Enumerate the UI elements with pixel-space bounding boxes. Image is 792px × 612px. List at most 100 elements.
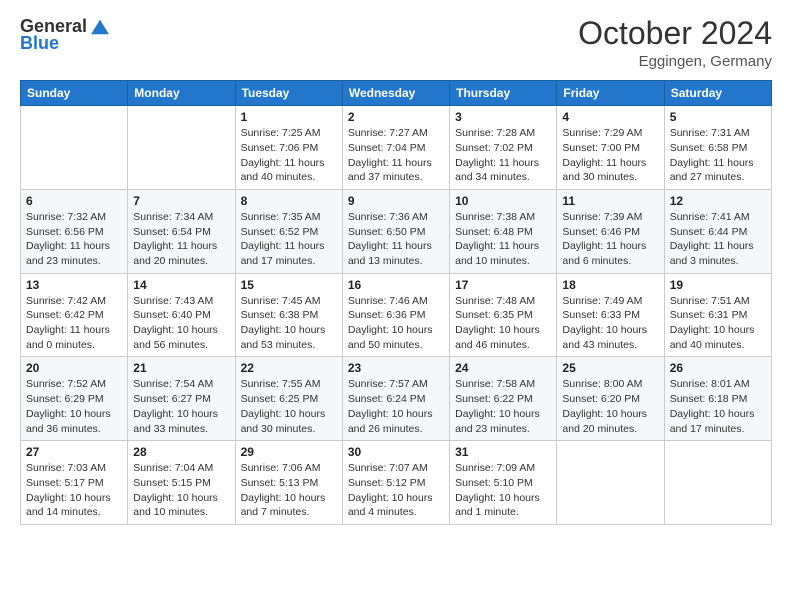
day-number: 29 <box>241 445 337 459</box>
day-number: 14 <box>133 278 229 292</box>
day-number: 22 <box>241 361 337 375</box>
day-info: Sunrise: 7:49 AMSunset: 6:33 PMDaylight:… <box>562 294 658 353</box>
day-number: 9 <box>348 194 444 208</box>
day-info: Sunrise: 7:41 AMSunset: 6:44 PMDaylight:… <box>670 210 766 269</box>
day-cell <box>664 441 771 525</box>
header: General Blue October 2024 Eggingen, Germ… <box>20 16 772 70</box>
day-number: 10 <box>455 194 551 208</box>
day-info: Sunrise: 7:03 AMSunset: 5:17 PMDaylight:… <box>26 461 122 520</box>
day-info: Sunrise: 7:54 AMSunset: 6:27 PMDaylight:… <box>133 377 229 436</box>
day-cell: 9 Sunrise: 7:36 AMSunset: 6:50 PMDaylight… <box>342 189 449 273</box>
day-info: Sunrise: 7:43 AMSunset: 6:40 PMDaylight:… <box>133 294 229 353</box>
day-cell: 26 Sunrise: 8:01 AMSunset: 6:18 PMDayligh… <box>664 357 771 441</box>
day-info: Sunrise: 7:29 AMSunset: 7:00 PMDaylight:… <box>562 126 658 185</box>
calendar-table: SundayMondayTuesdayWednesdayThursdayFrid… <box>20 80 772 525</box>
col-header-sunday: Sunday <box>21 81 128 106</box>
day-number: 17 <box>455 278 551 292</box>
week-row-4: 20 Sunrise: 7:52 AMSunset: 6:29 PMDayligh… <box>21 357 772 441</box>
logo-blue: Blue <box>20 33 59 54</box>
day-cell: 16 Sunrise: 7:46 AMSunset: 6:36 PMDayligh… <box>342 273 449 357</box>
calendar-title: October 2024 <box>578 16 772 51</box>
day-cell <box>557 441 664 525</box>
day-info: Sunrise: 7:58 AMSunset: 6:22 PMDaylight:… <box>455 377 551 436</box>
day-cell: 31 Sunrise: 7:09 AMSunset: 5:10 PMDayligh… <box>450 441 557 525</box>
title-area: October 2024 Eggingen, Germany <box>578 16 772 70</box>
day-info: Sunrise: 7:09 AMSunset: 5:10 PMDaylight:… <box>455 461 551 520</box>
day-number: 13 <box>26 278 122 292</box>
day-info: Sunrise: 8:00 AMSunset: 6:20 PMDaylight:… <box>562 377 658 436</box>
week-row-2: 6 Sunrise: 7:32 AMSunset: 6:56 PMDaylight… <box>21 189 772 273</box>
day-cell <box>128 106 235 190</box>
day-number: 31 <box>455 445 551 459</box>
day-info: Sunrise: 7:57 AMSunset: 6:24 PMDaylight:… <box>348 377 444 436</box>
day-number: 28 <box>133 445 229 459</box>
day-number: 6 <box>26 194 122 208</box>
day-info: Sunrise: 7:27 AMSunset: 7:04 PMDaylight:… <box>348 126 444 185</box>
day-cell: 14 Sunrise: 7:43 AMSunset: 6:40 PMDayligh… <box>128 273 235 357</box>
day-info: Sunrise: 7:32 AMSunset: 6:56 PMDaylight:… <box>26 210 122 269</box>
day-info: Sunrise: 7:34 AMSunset: 6:54 PMDaylight:… <box>133 210 229 269</box>
day-number: 8 <box>241 194 337 208</box>
day-number: 4 <box>562 110 658 124</box>
day-cell: 10Sunrise: 7:38 AMSunset: 6:48 PMDayligh… <box>450 189 557 273</box>
logo-area: General Blue <box>20 16 109 54</box>
day-cell: 1Sunrise: 7:25 AMSunset: 7:06 PMDaylight… <box>235 106 342 190</box>
day-cell: 7 Sunrise: 7:34 AMSunset: 6:54 PMDaylight… <box>128 189 235 273</box>
week-row-1: 1Sunrise: 7:25 AMSunset: 7:06 PMDaylight… <box>21 106 772 190</box>
day-cell <box>21 106 128 190</box>
col-header-saturday: Saturday <box>664 81 771 106</box>
day-number: 26 <box>670 361 766 375</box>
day-cell: 18 Sunrise: 7:49 AMSunset: 6:33 PMDayligh… <box>557 273 664 357</box>
day-info: Sunrise: 7:42 AMSunset: 6:42 PMDaylight:… <box>26 294 122 353</box>
day-info: Sunrise: 7:36 AMSunset: 6:50 PMDaylight:… <box>348 210 444 269</box>
day-number: 3 <box>455 110 551 124</box>
day-number: 18 <box>562 278 658 292</box>
day-cell: 5Sunrise: 7:31 AMSunset: 6:58 PMDaylight… <box>664 106 771 190</box>
day-info: Sunrise: 7:52 AMSunset: 6:29 PMDaylight:… <box>26 377 122 436</box>
day-info: Sunrise: 7:51 AMSunset: 6:31 PMDaylight:… <box>670 294 766 353</box>
day-number: 30 <box>348 445 444 459</box>
week-row-5: 27Sunrise: 7:03 AMSunset: 5:17 PMDayligh… <box>21 441 772 525</box>
day-cell: 29 Sunrise: 7:06 AMSunset: 5:13 PMDayligh… <box>235 441 342 525</box>
day-info: Sunrise: 7:07 AMSunset: 5:12 PMDaylight:… <box>348 461 444 520</box>
col-header-monday: Monday <box>128 81 235 106</box>
day-number: 25 <box>562 361 658 375</box>
day-info: Sunrise: 7:48 AMSunset: 6:35 PMDaylight:… <box>455 294 551 353</box>
day-number: 19 <box>670 278 766 292</box>
day-cell: 24Sunrise: 7:58 AMSunset: 6:22 PMDayligh… <box>450 357 557 441</box>
day-number: 23 <box>348 361 444 375</box>
day-cell: 22 Sunrise: 7:55 AMSunset: 6:25 PMDayligh… <box>235 357 342 441</box>
header-row: SundayMondayTuesdayWednesdayThursdayFrid… <box>21 81 772 106</box>
day-info: Sunrise: 7:45 AMSunset: 6:38 PMDaylight:… <box>241 294 337 353</box>
day-info: Sunrise: 7:28 AMSunset: 7:02 PMDaylight:… <box>455 126 551 185</box>
day-info: Sunrise: 7:46 AMSunset: 6:36 PMDaylight:… <box>348 294 444 353</box>
day-cell: 20 Sunrise: 7:52 AMSunset: 6:29 PMDayligh… <box>21 357 128 441</box>
day-cell: 15 Sunrise: 7:45 AMSunset: 6:38 PMDayligh… <box>235 273 342 357</box>
calendar-subtitle: Eggingen, Germany <box>578 53 772 70</box>
day-number: 11 <box>562 194 658 208</box>
day-cell: 6 Sunrise: 7:32 AMSunset: 6:56 PMDaylight… <box>21 189 128 273</box>
day-info: Sunrise: 7:06 AMSunset: 5:13 PMDaylight:… <box>241 461 337 520</box>
day-number: 7 <box>133 194 229 208</box>
day-info: Sunrise: 7:55 AMSunset: 6:25 PMDaylight:… <box>241 377 337 436</box>
day-info: Sunrise: 7:25 AMSunset: 7:06 PMDaylight:… <box>241 126 337 185</box>
col-header-friday: Friday <box>557 81 664 106</box>
day-info: Sunrise: 7:35 AMSunset: 6:52 PMDaylight:… <box>241 210 337 269</box>
col-header-tuesday: Tuesday <box>235 81 342 106</box>
day-number: 20 <box>26 361 122 375</box>
day-cell: 4 Sunrise: 7:29 AMSunset: 7:00 PMDaylight… <box>557 106 664 190</box>
day-cell: 30 Sunrise: 7:07 AMSunset: 5:12 PMDayligh… <box>342 441 449 525</box>
day-cell: 23 Sunrise: 7:57 AMSunset: 6:24 PMDayligh… <box>342 357 449 441</box>
day-cell: 8 Sunrise: 7:35 AMSunset: 6:52 PMDaylight… <box>235 189 342 273</box>
day-number: 16 <box>348 278 444 292</box>
day-cell: 27Sunrise: 7:03 AMSunset: 5:17 PMDayligh… <box>21 441 128 525</box>
day-info: Sunrise: 8:01 AMSunset: 6:18 PMDaylight:… <box>670 377 766 436</box>
day-cell: 13 Sunrise: 7:42 AMSunset: 6:42 PMDayligh… <box>21 273 128 357</box>
day-cell: 3 Sunrise: 7:28 AMSunset: 7:02 PMDaylight… <box>450 106 557 190</box>
day-info: Sunrise: 7:39 AMSunset: 6:46 PMDaylight:… <box>562 210 658 269</box>
day-number: 21 <box>133 361 229 375</box>
calendar-page: General Blue October 2024 Eggingen, Germ… <box>0 0 792 612</box>
day-number: 12 <box>670 194 766 208</box>
day-number: 15 <box>241 278 337 292</box>
day-cell: 17 Sunrise: 7:48 AMSunset: 6:35 PMDayligh… <box>450 273 557 357</box>
